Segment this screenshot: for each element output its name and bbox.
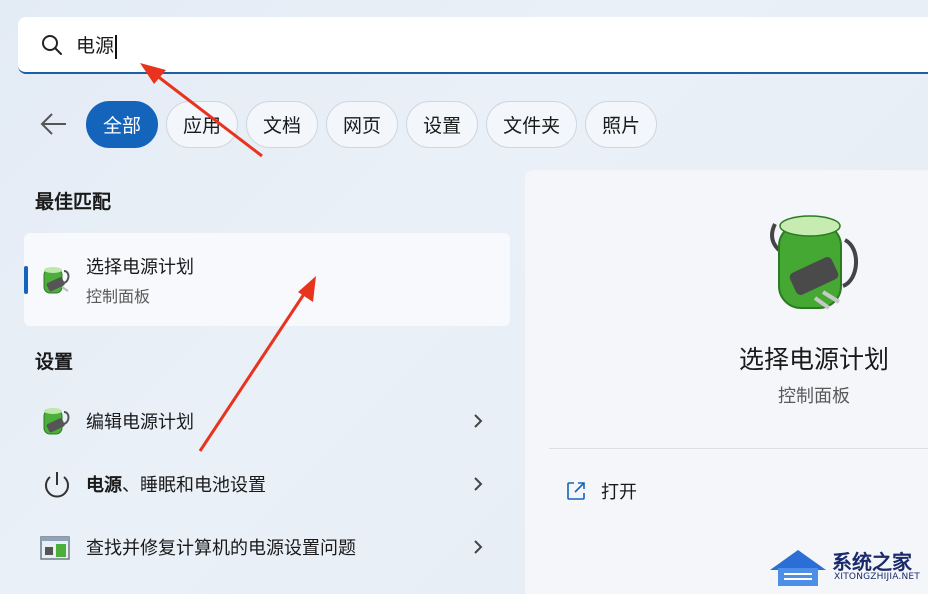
label-rest: 、睡眠和电池设置 bbox=[122, 475, 266, 496]
best-match-heading: 最佳匹配 bbox=[35, 191, 112, 213]
battery-plug-icon bbox=[43, 267, 70, 294]
battery-plug-icon bbox=[43, 408, 70, 435]
highlight-term: 电源 bbox=[86, 475, 122, 496]
detail-subtitle: 控制面板 bbox=[778, 386, 850, 407]
open-label: 打开 bbox=[601, 482, 637, 503]
filter-web[interactable]: 网页 bbox=[326, 101, 399, 148]
watermark-logo-icon bbox=[770, 550, 826, 586]
settings-item-power-sleep-battery[interactable]: 电源、睡眠和电池设置 bbox=[24, 455, 510, 515]
divider bbox=[549, 448, 928, 449]
detail-panel: 选择电源计划 控制面板 打开 bbox=[525, 170, 928, 594]
filter-documents[interactable]: 文档 bbox=[246, 101, 319, 148]
watermark: 系统之家 XITONGZHIJIA.NET bbox=[764, 540, 928, 594]
settings-item-label: 查找并修复计算机的电源设置问题 bbox=[86, 538, 356, 559]
settings-item-label: 编辑电源计划 bbox=[86, 412, 194, 433]
filter-tabs: 全部 应用 文档 网页 设置 文件夹 照片 bbox=[86, 101, 658, 148]
open-action[interactable]: 打开 bbox=[565, 478, 637, 504]
power-icon bbox=[45, 472, 69, 498]
battery-plug-large-icon bbox=[770, 215, 859, 310]
search-box[interactable]: 电源 bbox=[18, 17, 928, 74]
settings-item-edit-power-plan[interactable]: 编辑电源计划 bbox=[24, 392, 510, 452]
best-match-title: 选择电源计划 bbox=[86, 257, 194, 278]
chevron-right-icon bbox=[474, 540, 483, 554]
filter-settings[interactable]: 设置 bbox=[406, 101, 479, 148]
open-external-icon bbox=[567, 482, 585, 500]
settings-item-troubleshoot-power[interactable]: 查找并修复计算机的电源设置问题 bbox=[24, 518, 510, 578]
back-arrow-icon[interactable] bbox=[38, 110, 68, 138]
text-caret bbox=[115, 34, 117, 59]
chevron-right-icon bbox=[474, 414, 483, 428]
watermark-name: 系统之家 bbox=[832, 550, 912, 574]
settings-item-label: 电源、睡眠和电池设置 bbox=[86, 471, 266, 497]
filter-folders[interactable]: 文件夹 bbox=[486, 101, 578, 148]
search-input[interactable]: 电源 bbox=[76, 31, 117, 59]
search-icon bbox=[42, 35, 62, 55]
best-match-result[interactable]: 选择电源计划 控制面板 bbox=[24, 233, 510, 326]
troubleshooter-icon bbox=[40, 536, 70, 560]
detail-title: 选择电源计划 bbox=[738, 345, 889, 374]
chevron-right-icon bbox=[474, 477, 483, 491]
filter-apps[interactable]: 应用 bbox=[166, 101, 239, 148]
filter-photos[interactable]: 照片 bbox=[585, 101, 658, 148]
watermark-url: XITONGZHIJIA.NET bbox=[834, 572, 920, 582]
settings-heading: 设置 bbox=[35, 351, 74, 373]
best-match-subtitle: 控制面板 bbox=[86, 287, 151, 306]
selection-indicator bbox=[24, 266, 28, 294]
filter-all[interactable]: 全部 bbox=[86, 101, 159, 148]
